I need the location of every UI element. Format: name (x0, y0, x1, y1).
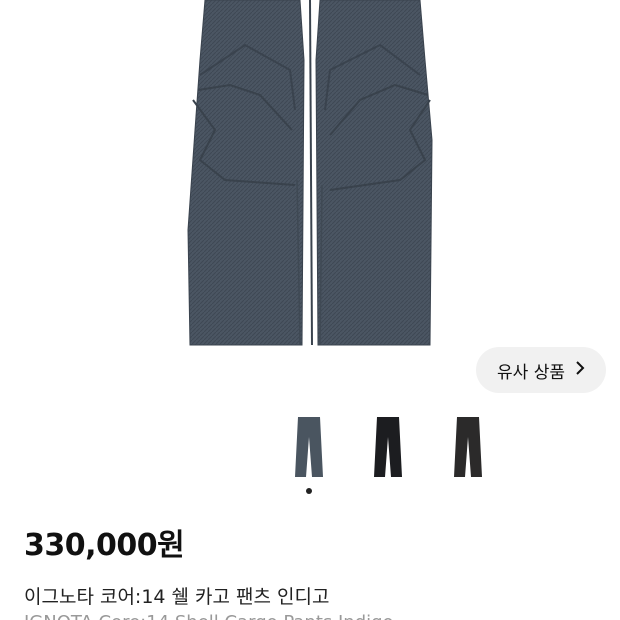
thumbnail-charcoal[interactable] (451, 415, 485, 481)
similar-products-button[interactable]: 유사 상품 (476, 347, 606, 393)
similar-products-label: 유사 상품 (497, 362, 565, 383)
carousel-dot-active (306, 488, 312, 494)
thumbnail-indigo[interactable] (292, 415, 326, 481)
thumbnail-black[interactable] (371, 415, 405, 481)
product-title: 이그노타 코어:14 쉘 카고 팬츠 인디고 (24, 586, 330, 608)
carousel-indicator (306, 488, 312, 494)
product-subtitle: IGNOTA Core:14 Shell Cargo Pants Indigo (24, 612, 394, 620)
cargo-pants-illustration (187, 0, 433, 346)
product-price: 330,000원 (24, 528, 185, 563)
product-image[interactable] (0, 0, 620, 400)
chevron-right-icon (575, 360, 585, 380)
